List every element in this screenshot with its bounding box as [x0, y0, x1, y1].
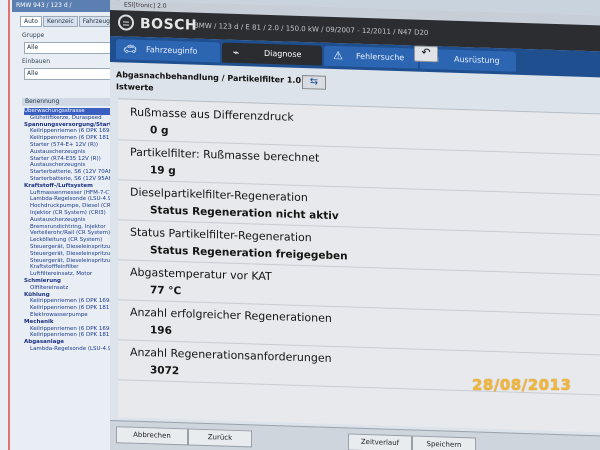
section-title: Istwerte: [116, 82, 154, 93]
parts-tree: Überwachungsstrasse Glühstiftkerze, Duras…: [24, 108, 118, 353]
group-select[interactable]: Alle: [24, 42, 118, 54]
tree-item[interactable]: Keilrippenriemen (6 DPK 1817): [24, 135, 118, 142]
bg-tab[interactable]: Kennzeic: [42, 16, 78, 27]
troubleshoot-icon: ⚠: [333, 49, 343, 63]
cancel-button[interactable]: Abbrechen: [116, 426, 188, 446]
value-reading: 3072: [150, 364, 180, 378]
tree-item[interactable]: Austauscherzeugnis: [24, 162, 118, 169]
group-label: Gruppe: [22, 32, 45, 39]
tree-item[interactable]: Keilrippenriemen (6 DPK 1817): [24, 305, 118, 312]
tree-item[interactable]: Luftfiltereinsatz, Motor: [24, 271, 118, 278]
tree-item[interactable]: Ölfiltereinsatz: [24, 285, 118, 292]
window-edge: [8, 0, 10, 450]
install-select[interactable]: Alle: [24, 68, 118, 80]
bg-tab[interactable]: Auto: [20, 16, 42, 27]
tab-diagnose[interactable]: ⌁ Diagnose: [222, 42, 322, 66]
tree-item[interactable]: Steuergerät, Dieseleinspritzung: [24, 258, 118, 265]
value-label: Status Partikelfilter-Regeneration: [130, 225, 312, 245]
tree-item[interactable]: Bremsrundichtring, Injektor: [24, 224, 118, 231]
value-label: Partikelfilter: Rußmasse berechnet: [130, 145, 320, 165]
bosch-logo-icon: [118, 14, 134, 31]
tree-item[interactable]: Hochdruckpumpe, Diesel (CR): [24, 203, 118, 210]
background-window: RMW 943 / 123 d / Auto Kennzeic Fahrzeug…: [0, 0, 120, 450]
tree-item[interactable]: Überwachungsstrasse: [24, 108, 118, 115]
tab-label: Diagnose: [264, 48, 302, 60]
background-window-title: RMW 943 / 123 d /: [12, 0, 118, 12]
tree-item[interactable]: Starter (574-E+ 12V (R)): [24, 142, 118, 149]
tab-fehlersuche[interactable]: ⚠ Fehlersuche: [324, 45, 418, 69]
tree-item[interactable]: Verteilerohr/Rail (CR System): [24, 230, 118, 237]
tree-item[interactable]: Kraftstofffeinfilter: [24, 264, 118, 271]
tree-item[interactable]: Lambda-Regelsonde (LSU-4.9): [24, 196, 118, 203]
tree-category[interactable]: Kühlung: [24, 292, 118, 299]
tree-item[interactable]: Starterbatterie, S6 (12V 95AH): [24, 176, 118, 183]
tree-item[interactable]: Starterbatterie, S6 (12V 70AH): [24, 169, 118, 176]
bg-tab[interactable]: Fahrzeug: [78, 16, 114, 27]
vehicle-info: BMW / 123 d / E 81 / 2.0 / 150.0 kW / 09…: [194, 21, 429, 38]
value-label: Rußmasse aus Differenzdruck: [130, 105, 294, 124]
save-button[interactable]: Speichern: [412, 435, 476, 450]
diagnosis-icon: ⌁: [232, 45, 240, 60]
tree-item[interactable]: Steuergerät, Dieseleinspritzung: [24, 244, 118, 251]
tree-category[interactable]: Spannungsversorgung/Startsy: [24, 122, 118, 129]
tree-item[interactable]: Leckölleitung (CR System): [24, 237, 118, 244]
value-reading: 196: [150, 324, 172, 337]
tree-item[interactable]: Keilrippenriemen (6 DPK 1698): [24, 298, 118, 305]
tree-category[interactable]: Abgasanlage: [24, 339, 118, 346]
tree-item[interactable]: Keilrippenriemen (6 DPK 1698): [24, 128, 118, 135]
tree-item[interactable]: Lambda-Regelsonde (LSU-4.9): [24, 346, 118, 353]
tab-label: Fehlersuche: [356, 51, 405, 63]
value-label: Abgastemperatur vor KAT: [130, 265, 272, 284]
tree-category[interactable]: Kraftstoff-/Luftsystem: [24, 183, 118, 190]
value-label: Dieselpartikelfilter-Regeneration: [130, 185, 308, 205]
tree-item[interactable]: Starter (R74-E35 12V (R)): [24, 156, 118, 163]
value-label: Anzahl erfolgreicher Regenerationen: [130, 305, 332, 325]
value-reading: 77 °C: [150, 284, 182, 298]
back-footer-button[interactable]: Zurück: [188, 428, 252, 448]
tree-item[interactable]: Austauscherzeugnis: [24, 217, 118, 224]
tree-item[interactable]: Glühstiftkerze, Duraspeed: [24, 115, 118, 122]
value-reading: Status Regeneration freigegeben: [150, 244, 348, 263]
tree-item[interactable]: Injektor (CR System) (CRI3): [24, 210, 118, 217]
list-header: Benennung: [22, 98, 119, 106]
install-label: Einbauen: [22, 58, 51, 65]
tree-item[interactable]: Elektrowasserpumpe: [24, 312, 118, 319]
tree-item[interactable]: Luftmassenmesser (HFM-7-C): [24, 190, 118, 197]
tree-item[interactable]: Keilrippenriemen (6 DPK 1817): [24, 332, 118, 339]
tab-label: Fahrzeuginfo: [146, 45, 198, 56]
car-icon: 🚗︎: [123, 42, 137, 56]
time-course-button[interactable]: Zeitverlauf: [348, 433, 412, 450]
value-reading: 0 g: [150, 124, 169, 137]
tree-category[interactable]: Mechanik: [24, 319, 118, 326]
tree-category[interactable]: Schmierung: [24, 278, 118, 285]
tree-item[interactable]: Keilrippenriemen (6 DPK 1698): [24, 326, 118, 333]
camera-date-stamp: 28/08/2013: [472, 376, 572, 394]
value-reading: 19 g: [150, 164, 176, 178]
tree-item[interactable]: Steuergerät, Dieseleinspritzung: [24, 251, 118, 258]
back-button[interactable]: ↶: [414, 45, 438, 63]
tab-fahrzeuginfo[interactable]: 🚗︎ Fahrzeuginfo: [116, 39, 220, 63]
brand-name: BOSCH: [140, 15, 198, 34]
value-reading: Status Regeneration nicht aktiv: [150, 204, 339, 223]
tab-label: Ausrüstung: [454, 54, 500, 66]
tree-item[interactable]: Austauscherzeugnis: [24, 149, 118, 156]
return-button[interactable]: ⇆: [302, 75, 326, 90]
background-tabs: Auto Kennzeic Fahrzeug: [20, 16, 114, 27]
value-label: Anzahl Regenerationsanforderungen: [130, 345, 332, 365]
screen: RMW 943 / 123 d / Auto Kennzeic Fahrzeug…: [0, 0, 600, 450]
